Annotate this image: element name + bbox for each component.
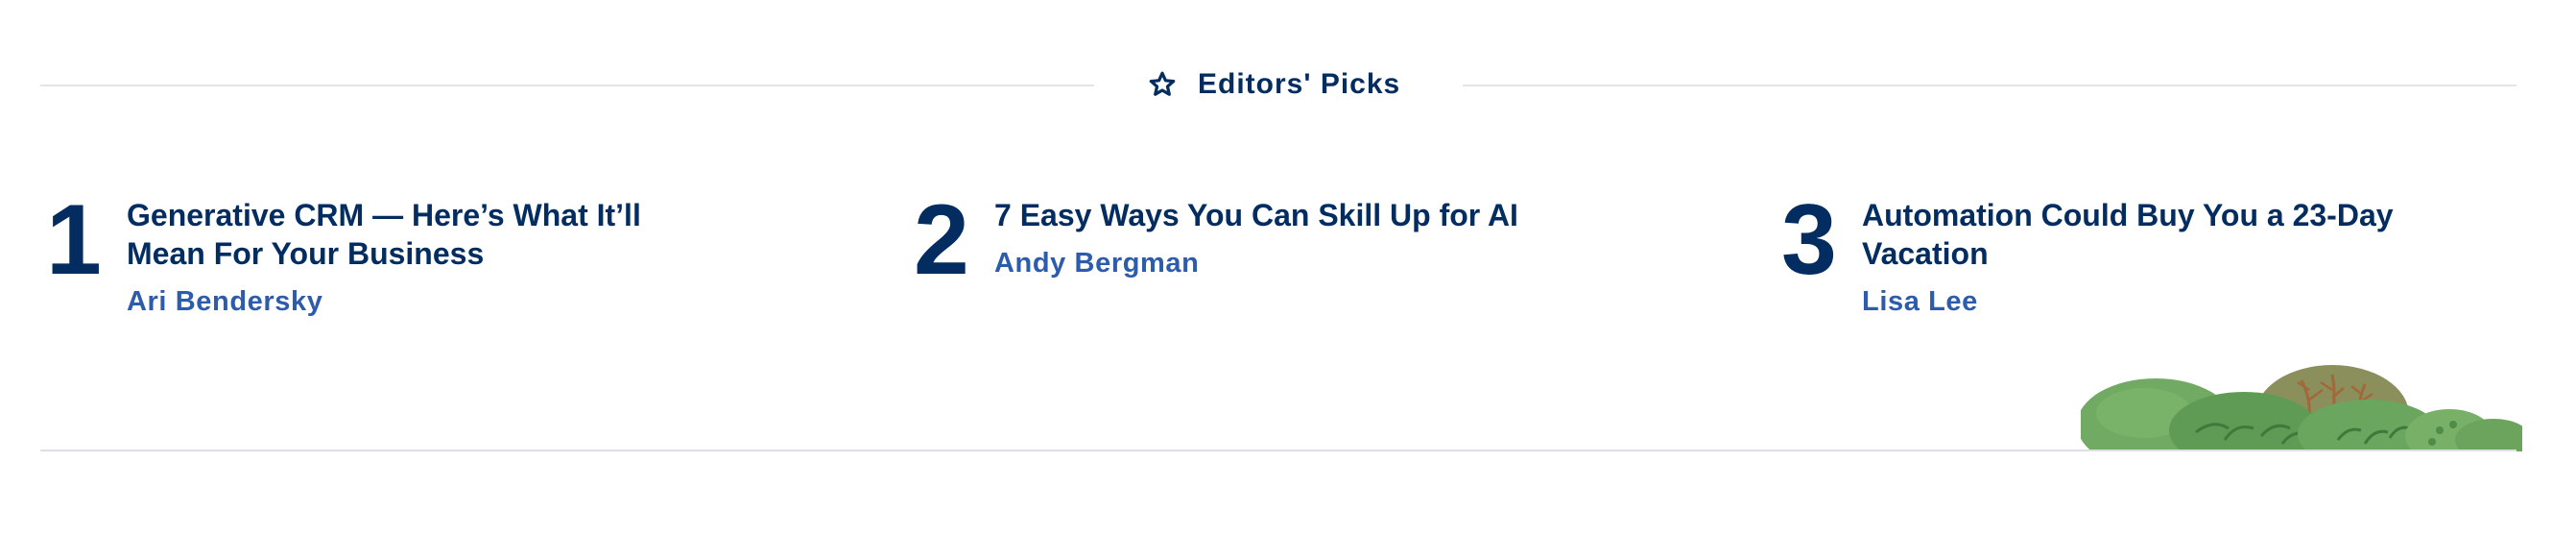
pick-headline-link[interactable]: 7 Easy Ways You Can Skill Up for AI — [994, 196, 1685, 234]
bushes-illustration — [2081, 361, 2522, 451]
pick-author-link[interactable]: Lisa Lee — [1862, 286, 2476, 318]
pick-headline-line-2: Mean For Your Business — [127, 236, 485, 271]
editors-picks-section: Editors' Picks 1 Generative CRM — Here’s… — [0, 0, 2576, 559]
header-divider-left — [40, 85, 1094, 86]
pick-headline-link[interactable]: Automation Could Buy You a 23-Day Vacati… — [1862, 196, 2476, 273]
section-title: Editors' Picks — [1198, 68, 1401, 100]
bottom-divider — [40, 450, 2516, 451]
section-header: Editors' Picks — [1148, 63, 1400, 106]
header-divider-right — [1463, 85, 2516, 86]
pick-rank: 1 — [46, 184, 102, 296]
pick-rank: 2 — [914, 184, 969, 296]
star-outline-icon — [1148, 70, 1177, 99]
pick-headline-link[interactable]: Generative CRM — Here’s What It’ll Mean … — [127, 196, 703, 273]
pick-item-3: 3 Automation Could Buy You a 23-Day Vaca… — [1781, 184, 2476, 318]
pick-headline-line-1: 7 Easy Ways You Can Skill Up for AI — [994, 198, 1518, 232]
pick-headline-line-1: Automation Could Buy You a 23-Day — [1862, 198, 2394, 232]
pick-author-link[interactable]: Ari Bendersky — [127, 286, 703, 318]
pick-item-1: 1 Generative CRM — Here’s What It’ll Mea… — [46, 184, 703, 318]
pick-author-link[interactable]: Andy Bergman — [994, 248, 1685, 280]
pick-headline-line-1: Generative CRM — Here’s What It’ll — [127, 198, 641, 232]
pick-item-2: 2 7 Easy Ways You Can Skill Up for AI An… — [914, 184, 1685, 296]
pick-headline-line-2: Vacation — [1862, 236, 1989, 271]
pick-rank: 3 — [1781, 184, 1837, 296]
